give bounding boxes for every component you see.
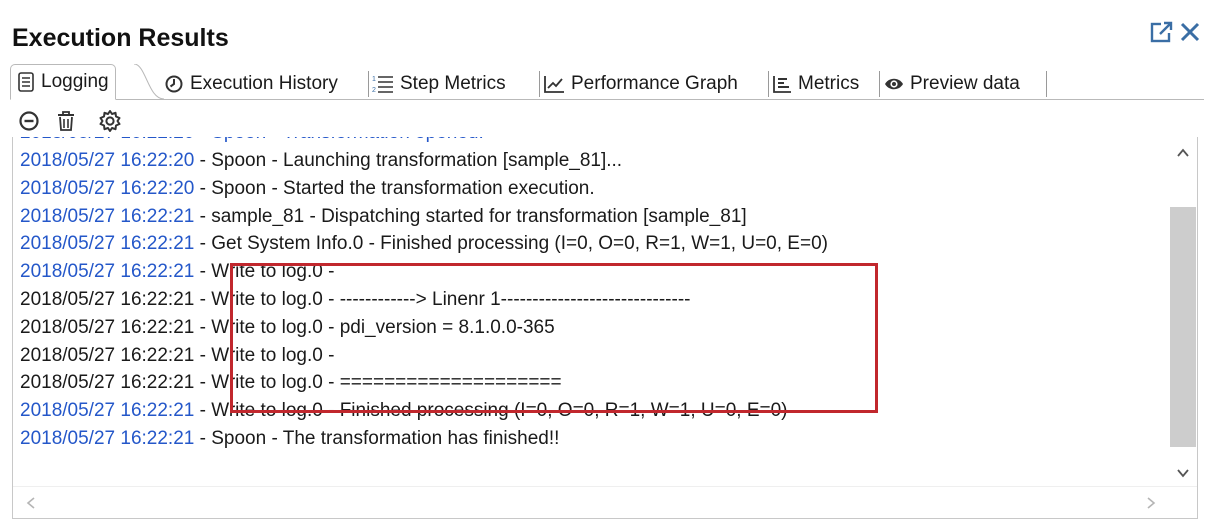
panel-header: Execution Results bbox=[0, 0, 1209, 62]
log-message: - sample_81 - Dispatching started for tr… bbox=[194, 205, 747, 227]
tab-bar: Logging Execution History 1 2 Step Metri… bbox=[10, 64, 1204, 100]
tab-label: Logging bbox=[41, 71, 109, 92]
log-timestamp: 2018/05/27 16:22:21 bbox=[20, 427, 195, 449]
horizontal-scrollbar[interactable] bbox=[13, 486, 1197, 518]
log-timestamp: 2018/05/27 16:22:21 bbox=[20, 372, 195, 394]
log-line: 2018/05/27 16:22:20 - Spoon - Started th… bbox=[20, 175, 1165, 203]
tab-divider bbox=[1046, 71, 1047, 97]
log-line-partial: 2018/05/27 16:22:20 - Spoon - Transforma… bbox=[20, 137, 1165, 147]
stop-circle-icon[interactable] bbox=[18, 110, 40, 132]
log-lines: 2018/05/27 16:22:20 - Spoon - Transforma… bbox=[20, 137, 1165, 453]
eye-icon bbox=[884, 74, 904, 94]
tab-logging[interactable]: Logging bbox=[10, 64, 116, 100]
log-line: 2018/05/27 16:22:21 - Write to log.0 - bbox=[20, 258, 1165, 286]
numbered-list-icon: 1 2 bbox=[372, 74, 394, 94]
line-graph-icon bbox=[543, 74, 565, 94]
vertical-scroll-thumb[interactable] bbox=[1170, 207, 1196, 447]
tab-preview-data[interactable]: Preview data bbox=[884, 67, 1020, 100]
log-message: - Spoon - Launching transformation [samp… bbox=[194, 150, 623, 171]
log-line: 2018/05/27 16:22:21 - Write to log.0 - -… bbox=[20, 286, 1165, 314]
tab-label: Performance Graph bbox=[571, 72, 738, 94]
log-timestamp: 2018/05/27 16:22:20 bbox=[20, 150, 195, 171]
log-timestamp: 2018/05/27 16:22:21 bbox=[20, 205, 195, 227]
log-timestamp: 2018/05/27 16:22:21 bbox=[20, 261, 195, 283]
tab-execution-history[interactable]: Execution History bbox=[164, 67, 338, 100]
log-line: 2018/05/27 16:22:21 - Get System Info.0 … bbox=[20, 230, 1165, 258]
scroll-down-arrow-icon[interactable] bbox=[1175, 465, 1191, 481]
log-timestamp: 2018/05/27 16:22:21 bbox=[20, 344, 195, 366]
svg-text:2: 2 bbox=[372, 87, 376, 94]
log-line: 2018/05/27 16:22:21 - Write to log.0 - F… bbox=[20, 397, 1165, 425]
log-line: 2018/05/27 16:22:21 - Write to log.0 - p… bbox=[20, 314, 1165, 342]
tab-step-metrics[interactable]: 1 2 Step Metrics bbox=[372, 67, 506, 100]
scroll-left-arrow-icon[interactable] bbox=[23, 495, 39, 511]
log-message: - Write to log.0 - bbox=[194, 344, 335, 366]
log-timestamp: 2018/05/27 16:22:21 bbox=[20, 400, 195, 422]
svg-text:1: 1 bbox=[372, 76, 376, 83]
tab-label: Preview data bbox=[910, 72, 1020, 94]
tab-divider bbox=[368, 71, 369, 97]
metrics-bars-icon bbox=[772, 74, 792, 94]
tab-performance-graph[interactable]: Performance Graph bbox=[543, 67, 738, 100]
log-message: - Write to log.0 - Finished processing (… bbox=[194, 400, 788, 422]
vertical-scrollbar[interactable] bbox=[1169, 137, 1197, 487]
log-toolbar bbox=[18, 107, 122, 135]
clock-history-icon bbox=[164, 74, 184, 94]
log-timestamp: 2018/05/27 16:22:21 bbox=[20, 288, 195, 310]
log-text-area[interactable]: 2018/05/27 16:22:20 - Spoon - Transforma… bbox=[12, 137, 1198, 519]
trash-icon[interactable] bbox=[56, 110, 76, 132]
tab-slant bbox=[134, 64, 164, 100]
log-timestamp: 2018/05/27 16:22:21 bbox=[20, 233, 195, 255]
tab-divider bbox=[879, 71, 880, 97]
log-message: - Spoon - Started the transformation exe… bbox=[194, 177, 595, 199]
gear-icon[interactable] bbox=[98, 109, 122, 133]
log-timestamp: 2018/05/27 16:22:21 bbox=[20, 316, 195, 338]
panel-title: Execution Results bbox=[12, 24, 229, 52]
log-line: 2018/05/27 16:22:21 - sample_81 - Dispat… bbox=[20, 203, 1165, 231]
close-icon[interactable] bbox=[1177, 19, 1203, 45]
log-message: - Spoon - The transformation has finishe… bbox=[194, 427, 560, 449]
tab-label: Step Metrics bbox=[400, 72, 506, 94]
log-line: 2018/05/27 16:22:20 - Spoon - Launching … bbox=[20, 147, 1165, 175]
tab-label: Execution History bbox=[190, 72, 338, 94]
tab-metrics[interactable]: Metrics bbox=[772, 67, 859, 100]
tab-label: Metrics bbox=[798, 72, 860, 94]
tab-divider bbox=[768, 71, 769, 97]
maximize-icon[interactable] bbox=[1149, 19, 1175, 45]
tab-divider bbox=[539, 71, 540, 97]
log-message: - Write to log.0 - pdi_version = 8.1.0.0… bbox=[194, 316, 555, 338]
log-message: - Write to log.0 - bbox=[194, 261, 335, 283]
log-line: 2018/05/27 16:22:21 - Write to log.0 - bbox=[20, 342, 1165, 370]
log-message: - Write to log.0 - ------------> Linenr … bbox=[194, 288, 691, 310]
scroll-up-arrow-icon[interactable] bbox=[1175, 145, 1191, 161]
log-timestamp: 2018/05/27 16:22:20 bbox=[20, 177, 195, 199]
document-lines-icon bbox=[17, 72, 35, 92]
scroll-right-arrow-icon[interactable] bbox=[1143, 495, 1159, 511]
log-line: 2018/05/27 16:22:21 - Spoon - The transf… bbox=[20, 425, 1165, 453]
log-message: - Get System Info.0 - Finished processin… bbox=[194, 233, 828, 255]
log-line: 2018/05/27 16:22:21 - Write to log.0 - =… bbox=[20, 369, 1165, 397]
log-message: - Write to log.0 - ==================== bbox=[194, 372, 562, 394]
